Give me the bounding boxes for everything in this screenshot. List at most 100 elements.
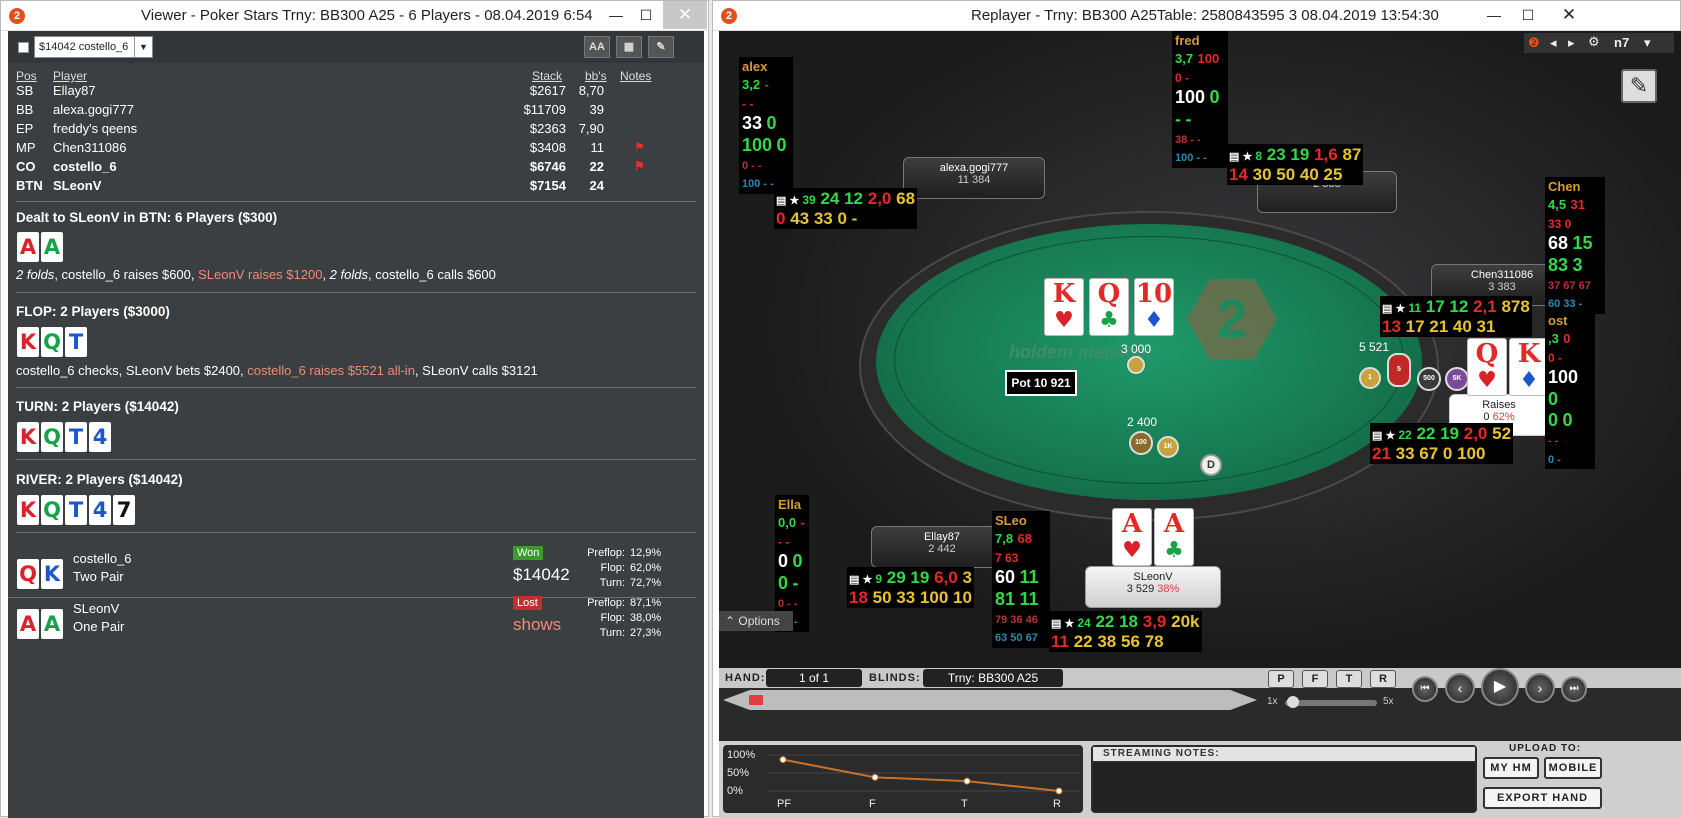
table-menu[interactable]: n7 xyxy=(1614,35,1629,50)
hud-stat: 0 xyxy=(766,113,777,134)
stat-row-fred[interactable]: ▤ ★ 8 23 19 1,6 87 14 30 50 40 25 xyxy=(1227,144,1364,186)
hud-stat: 50 33 100 10 xyxy=(872,587,972,607)
card: K ♥ xyxy=(1044,278,1084,336)
equity-value: 12,9% xyxy=(630,547,662,559)
select-checkbox[interactable] xyxy=(18,42,29,53)
note-icon: ▤ ★ xyxy=(1229,151,1256,163)
equity-point xyxy=(1055,787,1063,795)
forward-icon[interactable]: › xyxy=(1525,673,1555,703)
hud-stat: 39 xyxy=(802,193,816,207)
hud-line: 14 30 50 40 25 xyxy=(1229,165,1361,185)
timeline-handle[interactable] xyxy=(749,695,763,705)
note-icon: ▤ ★ xyxy=(776,195,803,207)
player-pos: MP xyxy=(16,140,36,155)
hud-stat: alex xyxy=(742,59,768,74)
chevron-down-icon[interactable]: ▼ xyxy=(134,37,152,57)
stat-row-ella[interactable]: ▤ ★ 9 29 19 6,0 3 18 50 33 100 10 xyxy=(847,567,974,609)
upload-label: UPLOAD TO: xyxy=(1509,743,1582,754)
river-cards: KQT47 xyxy=(17,495,135,525)
player-row[interactable]: EP freddy's qeens $2363 7,90 xyxy=(8,119,704,139)
card: 4 xyxy=(89,495,111,525)
next-icon[interactable]: ▸ xyxy=(1568,35,1575,51)
hud-stat: 81 xyxy=(995,588,1016,609)
card: A xyxy=(17,609,39,639)
hud-cost[interactable]: ost ,3 00 -100 00 0- -0 - xyxy=(1545,311,1595,470)
street-flop-button[interactable]: F xyxy=(1302,670,1328,688)
hud-chen[interactable]: Chen 4,5 31 33 0 68 15 83 3 37 67 67 60 33 - xyxy=(1545,177,1605,314)
play-icon[interactable]: ▶ xyxy=(1481,668,1519,706)
chevron-down-icon[interactable]: ▾ xyxy=(1644,35,1651,51)
seat-chips: 3 529 xyxy=(1126,583,1155,595)
hud-stat: 0 - - xyxy=(742,159,762,172)
hud-fred[interactable]: fred 3,7 100 0 -100 0- -38 - -100 - - xyxy=(1172,31,1228,168)
close-button[interactable]: ✕ xyxy=(1547,1,1591,29)
pot-display: Pot 10 921 xyxy=(1005,370,1077,396)
seat-hero[interactable]: SLeonV 3 529 38% xyxy=(1085,566,1221,608)
stat-row-hero[interactable]: ▤ ★ 24 22 18 3,9 20k 11 22 38 56 78 xyxy=(1049,611,1202,653)
prev-icon[interactable]: ◂ xyxy=(1550,35,1557,51)
seat-name: Ellay87 xyxy=(923,531,961,543)
hud-line: 4,5 31 xyxy=(1548,196,1602,214)
hud-line: SLeo xyxy=(995,512,1047,530)
font-size-button[interactable]: AA xyxy=(584,36,610,58)
viewer-window: 2 Viewer - Poker Stars Trny: BB300 A25 -… xyxy=(0,0,709,818)
gear-icon[interactable]: ⚙ xyxy=(1588,34,1600,50)
export-hand-button[interactable]: EXPORT HAND xyxy=(1483,787,1602,809)
equity-point xyxy=(779,756,787,764)
street-turn-button[interactable]: T xyxy=(1336,670,1362,688)
turn-cards: KQT4 xyxy=(17,422,111,452)
stat-row-chen[interactable]: ▤ ★ 11 17 12 2,1 878 13 17 21 40 31 xyxy=(1380,296,1532,338)
note-flag-icon[interactable]: ⚑ xyxy=(634,159,645,173)
mobile-button[interactable]: MOBILE xyxy=(1544,757,1602,779)
options-label: Options xyxy=(738,614,780,628)
streaming-notes-input[interactable] xyxy=(1093,763,1475,811)
hm-logo-icon: ❷ xyxy=(1528,35,1540,50)
seat-alexa[interactable]: alexa.gogi777 11 384 xyxy=(903,157,1045,199)
seat-action: Raises xyxy=(1482,399,1516,411)
last-icon[interactable]: ⏭ xyxy=(1561,676,1587,702)
hand-selector[interactable]: $14042 costello_6 ▼ xyxy=(34,36,153,58)
first-icon[interactable]: ⏮ xyxy=(1412,676,1438,702)
action-text: , costello_6 raises $600, xyxy=(54,267,199,282)
card: 4 xyxy=(89,422,111,452)
back-icon[interactable]: ‹ xyxy=(1445,673,1475,703)
player-row[interactable]: SB Ellay87 $2617 8,70 xyxy=(8,81,704,101)
close-button[interactable]: ✕ xyxy=(663,1,707,29)
hud-stat: 60 33 - xyxy=(1548,298,1583,311)
chip-1: 1 xyxy=(1359,367,1381,389)
my-hm-button[interactable]: MY HM xyxy=(1483,757,1539,779)
hud-line: 21 33 67 0 100 xyxy=(1372,444,1511,464)
grid-button[interactable]: ▦ xyxy=(616,36,642,58)
player-row[interactable]: BTN SLeonV $7154 24 xyxy=(8,176,704,196)
stat-row-cost[interactable]: ▤ ★ 22 22 19 2,0 52 21 33 67 0 100 xyxy=(1370,423,1514,465)
speed-handle[interactable] xyxy=(1287,696,1299,708)
timeline-scrubber[interactable] xyxy=(723,690,1257,710)
equity-value: 27,3% xyxy=(630,627,662,639)
note-flag-icon[interactable]: ⚑ xyxy=(634,140,645,154)
maximize-button[interactable]: ☐ xyxy=(1513,1,1543,29)
hud-stat: 30 50 40 25 xyxy=(1252,164,1343,184)
minimize-button[interactable]: — xyxy=(1479,1,1509,29)
hud-stat: ,3 xyxy=(1548,331,1559,347)
card: A xyxy=(17,232,39,262)
hud-sleo[interactable]: SLeo 7,8 68 7 63 60 11 81 11 79 36 46 63 50 67 xyxy=(992,511,1050,648)
hud-line: 7,8 68 xyxy=(995,530,1047,548)
options-toggle[interactable]: ⌃ Options xyxy=(719,611,793,631)
edit-pencil-icon[interactable]: ✎ xyxy=(1621,69,1657,103)
player-row[interactable]: MP Chen311086 $3408 11 ⚑ xyxy=(8,138,704,158)
card: Q ♥ xyxy=(1467,338,1507,396)
hud-stat: 83 xyxy=(1548,254,1569,275)
edit-button[interactable]: ✎ xyxy=(648,36,674,58)
action-text: costello_6 checks, SLeonV bets $2400, xyxy=(16,363,248,378)
hud-alex[interactable]: alex 3,2 -- -33 0 100 00 - -100 - - xyxy=(739,57,793,194)
player-row[interactable]: BB alexa.gogi777 $11709 39 xyxy=(8,100,704,120)
street-river-button[interactable]: R xyxy=(1370,670,1396,688)
maximize-button[interactable]: ☐ xyxy=(631,1,661,29)
minimize-button[interactable]: — xyxy=(601,1,631,29)
stat-row-alexa[interactable]: ▤ ★ 39 24 12 2,0 68 0 43 33 0 - xyxy=(774,188,918,230)
result-player: costello_6 xyxy=(73,551,132,566)
street-preflop-button[interactable]: P xyxy=(1268,670,1294,688)
player-row[interactable]: CO costello_6 $6746 22 ⚑ xyxy=(8,157,704,177)
hud-stat: 23 19 xyxy=(1266,145,1310,164)
hud-stat: 0 xyxy=(776,134,787,155)
